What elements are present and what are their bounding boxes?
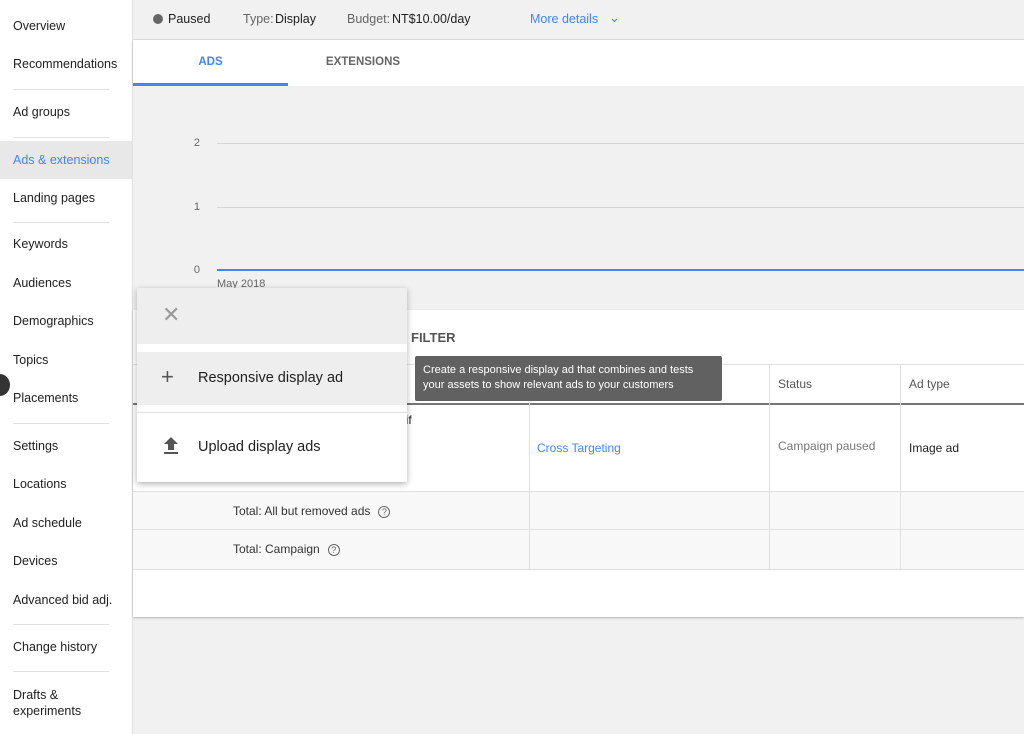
divider bbox=[133, 529, 1024, 530]
sidebar-item-ads-extensions[interactable]: Ads & extensions bbox=[0, 141, 132, 179]
sidebar-item-recommendations[interactable]: Recommendations bbox=[0, 45, 132, 83]
divider bbox=[769, 491, 770, 569]
close-icon[interactable]: ✕ bbox=[162, 302, 180, 328]
status-cell: Campaign paused bbox=[778, 439, 876, 453]
total-all-label: Total: All but removed ads bbox=[233, 504, 371, 518]
sidebar-item-landing-pages[interactable]: Landing pages bbox=[0, 179, 132, 217]
column-header-ad-type[interactable]: Ad type bbox=[909, 377, 950, 391]
menu-item-upload-display-ads[interactable]: Upload display ads bbox=[137, 413, 407, 482]
campaign-link[interactable]: Cross Targeting bbox=[537, 441, 621, 455]
menu-item-label: Upload display ads bbox=[198, 439, 321, 455]
budget-label: Budget: bbox=[347, 12, 391, 26]
y-tick-1: 1 bbox=[193, 201, 200, 213]
menu-item-label: Responsive display ad bbox=[198, 370, 344, 386]
performance-chart: 2 1 0 May 2018 bbox=[133, 86, 1024, 310]
sidebar-item-devices[interactable]: Devices bbox=[0, 542, 132, 580]
total-campaign-row: Total: Campaign? bbox=[233, 542, 340, 556]
column-header-status[interactable]: Status bbox=[778, 377, 812, 391]
campaign-summary-bar: Paused Type: Display Budget: NT$10.00/da… bbox=[133, 0, 1024, 40]
more-details-link[interactable]: More details bbox=[530, 12, 598, 26]
divider bbox=[13, 137, 109, 138]
sidebar-item-ad-schedule[interactable]: Ad schedule bbox=[0, 504, 132, 542]
type-label: Type: bbox=[243, 12, 274, 26]
plus-icon: + bbox=[161, 364, 174, 389]
total-campaign-label: Total: Campaign bbox=[233, 542, 320, 556]
divider bbox=[13, 671, 109, 672]
menu-header: ✕ bbox=[137, 288, 407, 344]
divider bbox=[900, 491, 901, 569]
drafts-label-1: Drafts & bbox=[13, 688, 59, 702]
sidebar-item-keywords[interactable]: Keywords bbox=[0, 225, 132, 263]
chevron-down-icon[interactable]: ⌄ bbox=[609, 10, 620, 26]
sidebar-item-topics[interactable]: Topics bbox=[0, 341, 132, 379]
sidebar-item-placements[interactable]: Placements bbox=[0, 379, 132, 417]
gridline bbox=[217, 143, 1024, 144]
tab-bar: ADS EXTENSIONS bbox=[133, 40, 1024, 86]
pause-icon bbox=[153, 14, 163, 24]
divider bbox=[13, 89, 109, 90]
tab-extensions[interactable]: EXTENSIONS bbox=[288, 40, 438, 86]
series-line bbox=[217, 269, 1024, 271]
divider bbox=[13, 222, 109, 223]
tooltip: Create a responsive display ad that comb… bbox=[415, 356, 722, 401]
divider bbox=[13, 423, 109, 424]
total-all-row: Total: All but removed ads? bbox=[233, 504, 391, 518]
type-value: Display bbox=[275, 12, 316, 26]
drafts-label-2: experiments bbox=[13, 704, 82, 718]
sidebar-item-settings[interactable]: Settings bbox=[0, 427, 132, 465]
sidebar-item-advanced-bid[interactable]: Advanced bid adj. bbox=[0, 581, 132, 619]
sidebar-item-ad-groups[interactable]: Ad groups bbox=[0, 93, 132, 131]
divider bbox=[133, 569, 1024, 570]
divider bbox=[13, 624, 109, 625]
menu-item-responsive-display-ad[interactable]: + Responsive display ad bbox=[137, 352, 407, 405]
help-icon[interactable]: ? bbox=[378, 506, 391, 518]
divider bbox=[529, 491, 530, 569]
sidebar-item-locations[interactable]: Locations bbox=[0, 465, 132, 503]
sidebar-item-overview[interactable]: Overview bbox=[0, 7, 132, 45]
sidebar-item-audiences[interactable]: Audiences bbox=[0, 264, 132, 302]
upload-icon bbox=[164, 437, 178, 455]
sidebar-item-drafts[interactable]: Drafts & experiments bbox=[13, 687, 81, 719]
status-text: Paused bbox=[168, 12, 211, 26]
divider bbox=[133, 491, 1024, 492]
y-tick-0: 0 bbox=[193, 264, 200, 276]
help-icon[interactable]: ? bbox=[327, 544, 340, 556]
sidebar: Overview Recommendations Ad groups Ads &… bbox=[0, 0, 133, 734]
sidebar-item-change-history[interactable]: Change history bbox=[0, 628, 132, 666]
y-tick-2: 2 bbox=[193, 137, 200, 149]
totals-section bbox=[133, 491, 1024, 569]
budget-value: NT$10.00/day bbox=[392, 12, 471, 26]
ad-type-cell: Image ad bbox=[909, 441, 960, 455]
sidebar-item-demographics[interactable]: Demographics bbox=[0, 302, 132, 340]
gridline bbox=[217, 207, 1024, 208]
new-ad-menu: ✕ + Responsive display ad Upload display… bbox=[137, 288, 407, 482]
tab-ads[interactable]: ADS bbox=[133, 40, 288, 86]
